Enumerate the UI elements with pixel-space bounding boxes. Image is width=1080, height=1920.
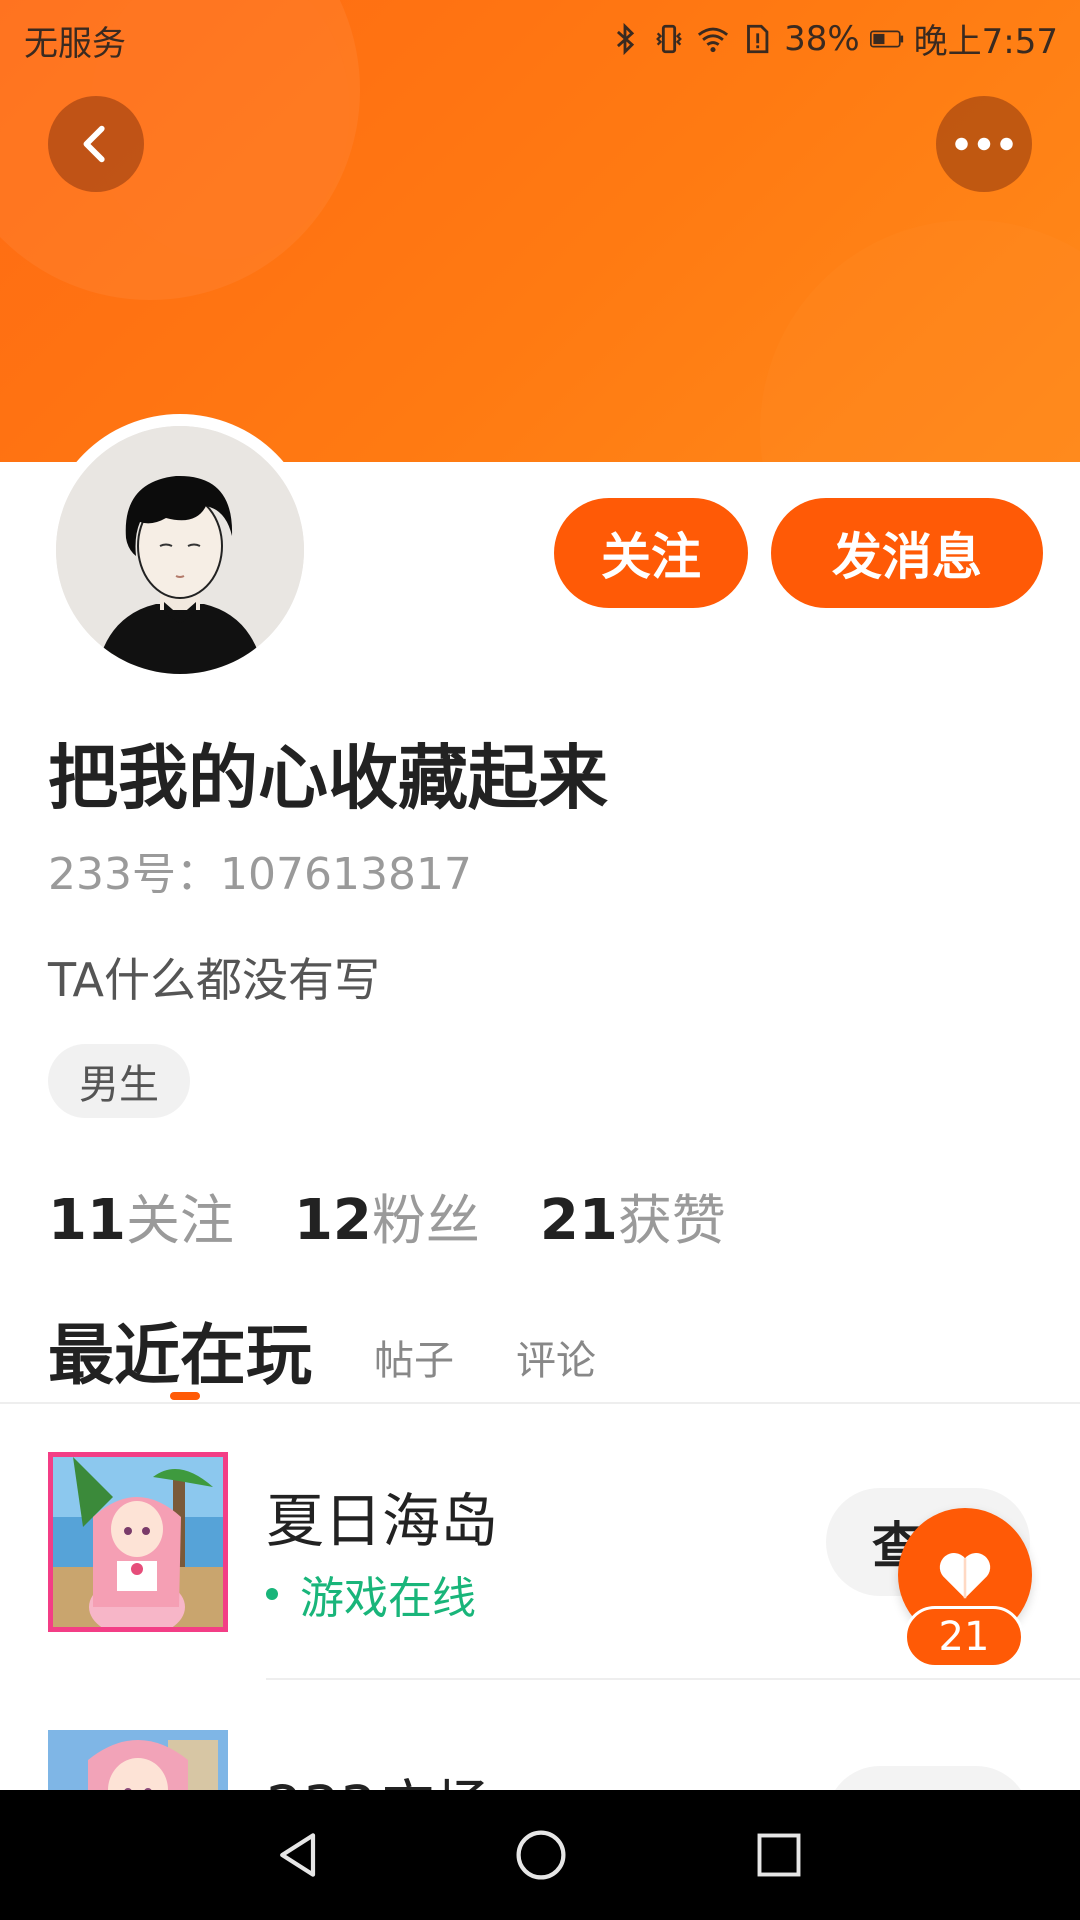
status-icons: 38% 晚上7:57 (608, 14, 1058, 63)
nav-back-icon (280, 1833, 316, 1877)
game-name: 夏日海岛 (266, 1487, 499, 1555)
nav-home-icon (516, 1830, 566, 1880)
game-thumbnail (48, 1452, 228, 1632)
profile-bio: TA什么都没有写 (48, 953, 380, 1007)
more-horizontal-icon (955, 137, 1013, 151)
battery-percent: 38% (784, 18, 860, 59)
nav-recent-button[interactable] (744, 1820, 814, 1890)
nav-recent-icon (757, 1833, 801, 1877)
chevron-left-icon (83, 125, 105, 163)
carrier-text: 无服务 (24, 24, 126, 64)
nav-back-button[interactable] (264, 1820, 334, 1890)
game-online-status: 游戏在线 (266, 1562, 476, 1626)
avatar-frame (44, 414, 316, 686)
avatar[interactable] (56, 426, 304, 674)
likes-stat[interactable]: 21 获赞 (540, 1176, 726, 1255)
game-cover-image (53, 1457, 223, 1627)
active-tab-indicator (170, 1392, 200, 1400)
back-button[interactable] (48, 96, 144, 192)
status-bar: 无服务 38% 晚上7:57 (0, 0, 1080, 76)
content-tabs: 最近在玩 帖子 评论 (48, 1298, 596, 1398)
profile-stats: 11 关注 12 粉丝 21 获赞 (48, 1176, 726, 1255)
gender-tag: 男生 (48, 1044, 190, 1118)
following-label: 关注 (125, 1189, 234, 1252)
vibrate-icon (656, 24, 682, 53)
tab-comments[interactable]: 评论 (516, 1328, 596, 1398)
avatar-illustration (56, 426, 304, 674)
sim-alert-icon (747, 24, 769, 53)
follow-button[interactable]: 关注 (554, 498, 748, 608)
more-options-button[interactable] (936, 96, 1032, 192)
following-stat[interactable]: 11 关注 (48, 1176, 234, 1255)
followers-stat[interactable]: 12 粉丝 (294, 1176, 480, 1255)
header-decoration (760, 220, 1080, 462)
clock: 晚上7:57 (913, 22, 1058, 62)
battery-icon (869, 30, 903, 47)
followers-label: 粉丝 (371, 1189, 480, 1252)
tab-posts[interactable]: 帖子 (374, 1328, 454, 1398)
likes-label: 获赞 (617, 1189, 726, 1252)
profile-user-id[interactable]: 233号：107613817 (48, 838, 472, 902)
online-dot (266, 1588, 278, 1600)
nav-home-button[interactable] (506, 1820, 576, 1890)
wifi-icon (698, 27, 729, 52)
like-count-badge: 21 (904, 1606, 1024, 1668)
following-count: 11 (48, 1188, 126, 1253)
profile-nickname: 把我的心收藏起来 (48, 737, 608, 819)
game-status-text: 游戏在线 (300, 1573, 476, 1624)
heart-icon (939, 1553, 991, 1599)
bluetooth-icon (617, 22, 635, 55)
system-navigation-bar (0, 1790, 1080, 1920)
tab-recently-played[interactable]: 最近在玩 (48, 1302, 312, 1398)
followers-count: 12 (293, 1188, 372, 1253)
send-message-button[interactable]: 发消息 (771, 498, 1043, 608)
likes-count: 21 (539, 1188, 618, 1253)
